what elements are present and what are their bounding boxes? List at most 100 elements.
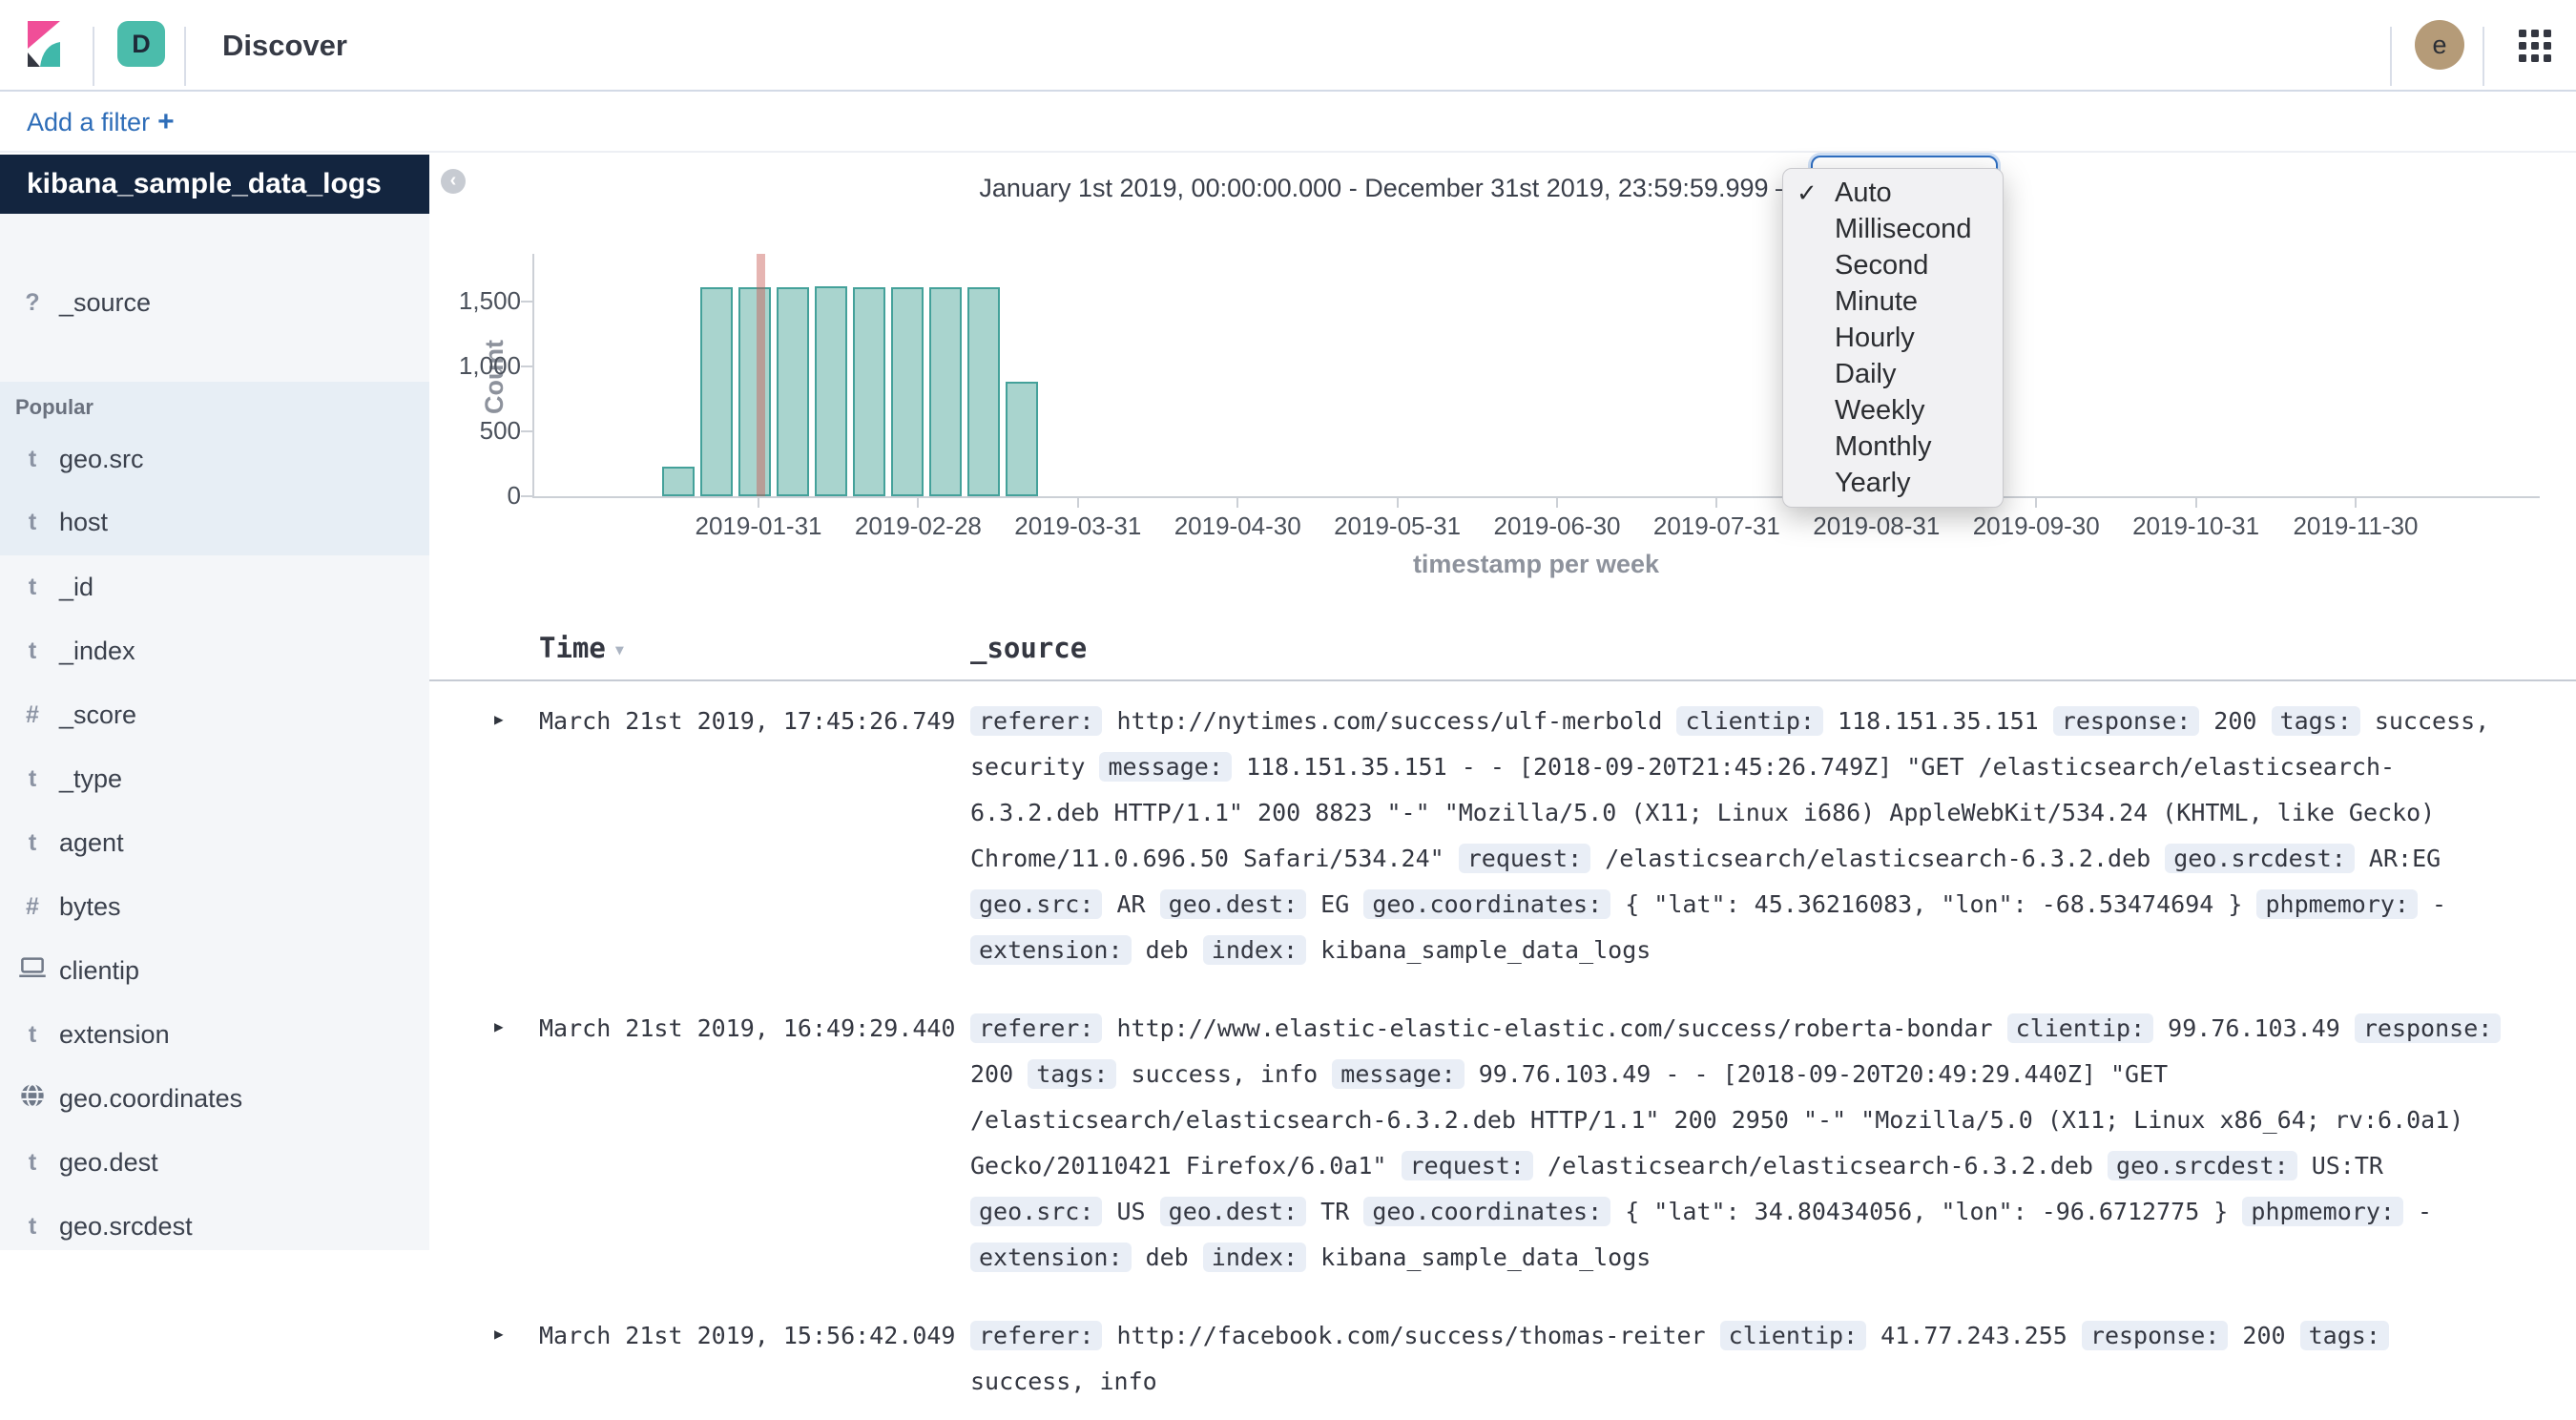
field-name-badge: message: [1099,752,1231,782]
user-avatar[interactable]: e [2415,20,2464,70]
source-cell: referer: http://facebook.com/success/tho… [970,1313,2516,1405]
x-tick-mark [758,498,759,508]
interval-option-auto[interactable]: ✓Auto [1783,175,2003,211]
histogram-bar[interactable] [777,287,809,496]
field-name-badge: tags: [1028,1059,1116,1089]
discover-app-icon[interactable]: D [117,21,165,67]
field-name-badge: message: [1332,1059,1464,1089]
x-tick-mark [1236,498,1238,508]
field-name: _type [59,764,122,794]
field-value: - [2403,1198,2432,1225]
histogram-bar[interactable] [738,287,771,496]
sidebar-item-clientip[interactable]: clientip [0,939,429,1003]
expand-row-icon[interactable]: ▶ [494,1325,504,1343]
sidebar-item-host[interactable]: thost [0,491,429,553]
histogram-bar[interactable] [967,287,1000,496]
x-tick-label: 2019-05-31 [1302,512,1493,541]
add-filter-label: Add a filter [27,108,150,136]
field-value: deb [1132,936,1203,964]
string-type-icon: t [15,829,50,857]
field-name-badge: request: [1402,1151,1533,1180]
sidebar-item-source[interactable]: ? _source [0,271,429,334]
field-value: 200 [970,1060,1028,1088]
field-name-badge: referer: [970,1321,1102,1350]
field-name-badge: geo.src: [970,1197,1102,1226]
x-tick-label: 2019-04-30 [1142,512,1333,541]
interval-option-weekly[interactable]: Weekly [1783,392,2003,428]
field-name-badge: referer: [970,1013,1102,1043]
sidebar-item--index[interactable]: t_index [0,619,429,683]
unknown-type-icon: ? [15,289,50,317]
interval-option-second[interactable]: Second [1783,247,2003,283]
sidebar-item-extension[interactable]: textension [0,1003,429,1067]
sidebar-item-agent[interactable]: tagent [0,811,429,875]
field-name: _source [59,288,151,318]
field-name-badge: request: [1459,844,1590,873]
column-header-source: _source [970,616,1087,679]
field-value: 200 [2199,707,2271,735]
interval-option-hourly[interactable]: Hourly [1783,320,2003,356]
histogram-bar[interactable] [929,287,962,496]
x-tick-label: 2019-09-30 [1941,512,2131,541]
documents-table: Time▼ _source ▶ March 21st 2019, 17:45:26… [429,616,2576,1420]
field-name-badge: geo.dest: [1160,1197,1306,1226]
number-type-icon: # [15,701,50,729]
interval-option-daily[interactable]: Daily [1783,356,2003,392]
histogram-bar[interactable] [891,287,924,496]
field-name-badge: index: [1203,935,1306,965]
field-value: EG [1306,890,1363,918]
field-value: kibana_sample_data_logs [1306,1243,1651,1271]
field-name-badge: geo.srcdest: [2108,1151,2297,1180]
column-header-time[interactable]: Time▼ [539,616,624,681]
topbar-divider [2483,27,2484,86]
field-name: _id [59,573,93,602]
sidebar-item--score[interactable]: # _score [0,683,429,747]
x-tick-label: 2019-11-30 [2260,512,2451,541]
string-type-icon: t [15,1149,50,1177]
interval-option-yearly[interactable]: Yearly [1783,465,2003,501]
histogram-bar[interactable] [853,287,885,496]
field-name: _score [59,700,136,730]
collapse-sidebar-button[interactable]: ‹ [441,169,466,194]
histogram-bar[interactable] [700,287,733,496]
add-filter-button[interactable]: Add a filter+ [27,92,175,153]
kibana-logo-icon[interactable] [28,21,60,72]
index-pattern-selector[interactable]: kibana_sample_data_logs [0,155,429,214]
string-type-icon: t [15,1213,50,1241]
sidebar-item-bytes[interactable]: #bytes [0,875,429,939]
histogram-bar[interactable] [815,286,847,496]
field-name: agent [59,828,124,858]
histogram-bar[interactable] [1006,382,1038,496]
plus-icon: + [157,106,175,137]
field-value: { "lat": 45.36216083, "lon": -68.5347469… [1610,890,2256,918]
x-tick-mark [1556,498,1558,508]
sidebar-item-geo-coordinates[interactable]: geo.coordinates [0,1067,429,1131]
x-tick-label: 2019-10-31 [2101,512,2292,541]
interval-option-millisecond[interactable]: Millisecond [1783,211,2003,247]
time-cell: March 21st 2019, 17:45:26.749 [539,699,956,744]
app-switcher-grid-icon[interactable] [2519,30,2551,62]
sidebar-item-geo-dest[interactable]: tgeo.dest [0,1131,429,1195]
sidebar-item-geo-src[interactable]: tgeo.src [0,428,429,491]
x-tick-mark [2355,498,2357,508]
x-tick-label: 2019-08-31 [1781,512,1972,541]
y-tick-mark [521,301,532,303]
interval-option-monthly[interactable]: Monthly [1783,428,2003,465]
sidebar-item-geo-srcdest[interactable]: t geo.srcdest [0,1195,429,1259]
fields-sidebar: kibana_sample_data_logs Selected fields … [0,155,429,1250]
field-value: /elasticsearch/elasticsearch-6.3.2.deb [1533,1152,2108,1180]
y-tick-mark [521,365,532,367]
field-name: geo.srcdest [59,1212,193,1242]
field-name: host [59,508,108,537]
table-row: ▶March 21st 2019, 17:45:26.749referer: h… [429,681,2576,989]
sidebar-item--id[interactable]: t_id [0,555,429,619]
sidebar-item--type[interactable]: t_type [0,747,429,811]
interval-option-minute[interactable]: Minute [1783,283,2003,320]
field-value: success, info [970,1368,1157,1395]
expand-row-icon[interactable]: ▶ [494,710,504,728]
expand-row-icon[interactable]: ▶ [494,1017,504,1035]
histogram-bar[interactable] [662,467,695,496]
sort-descending-icon[interactable]: ▼ [615,641,624,658]
top-navigation-bar: D Discover e [0,0,2576,92]
available-fields-list: t_idt_index#_scoret_typetagent#bytesclie… [0,555,429,1259]
